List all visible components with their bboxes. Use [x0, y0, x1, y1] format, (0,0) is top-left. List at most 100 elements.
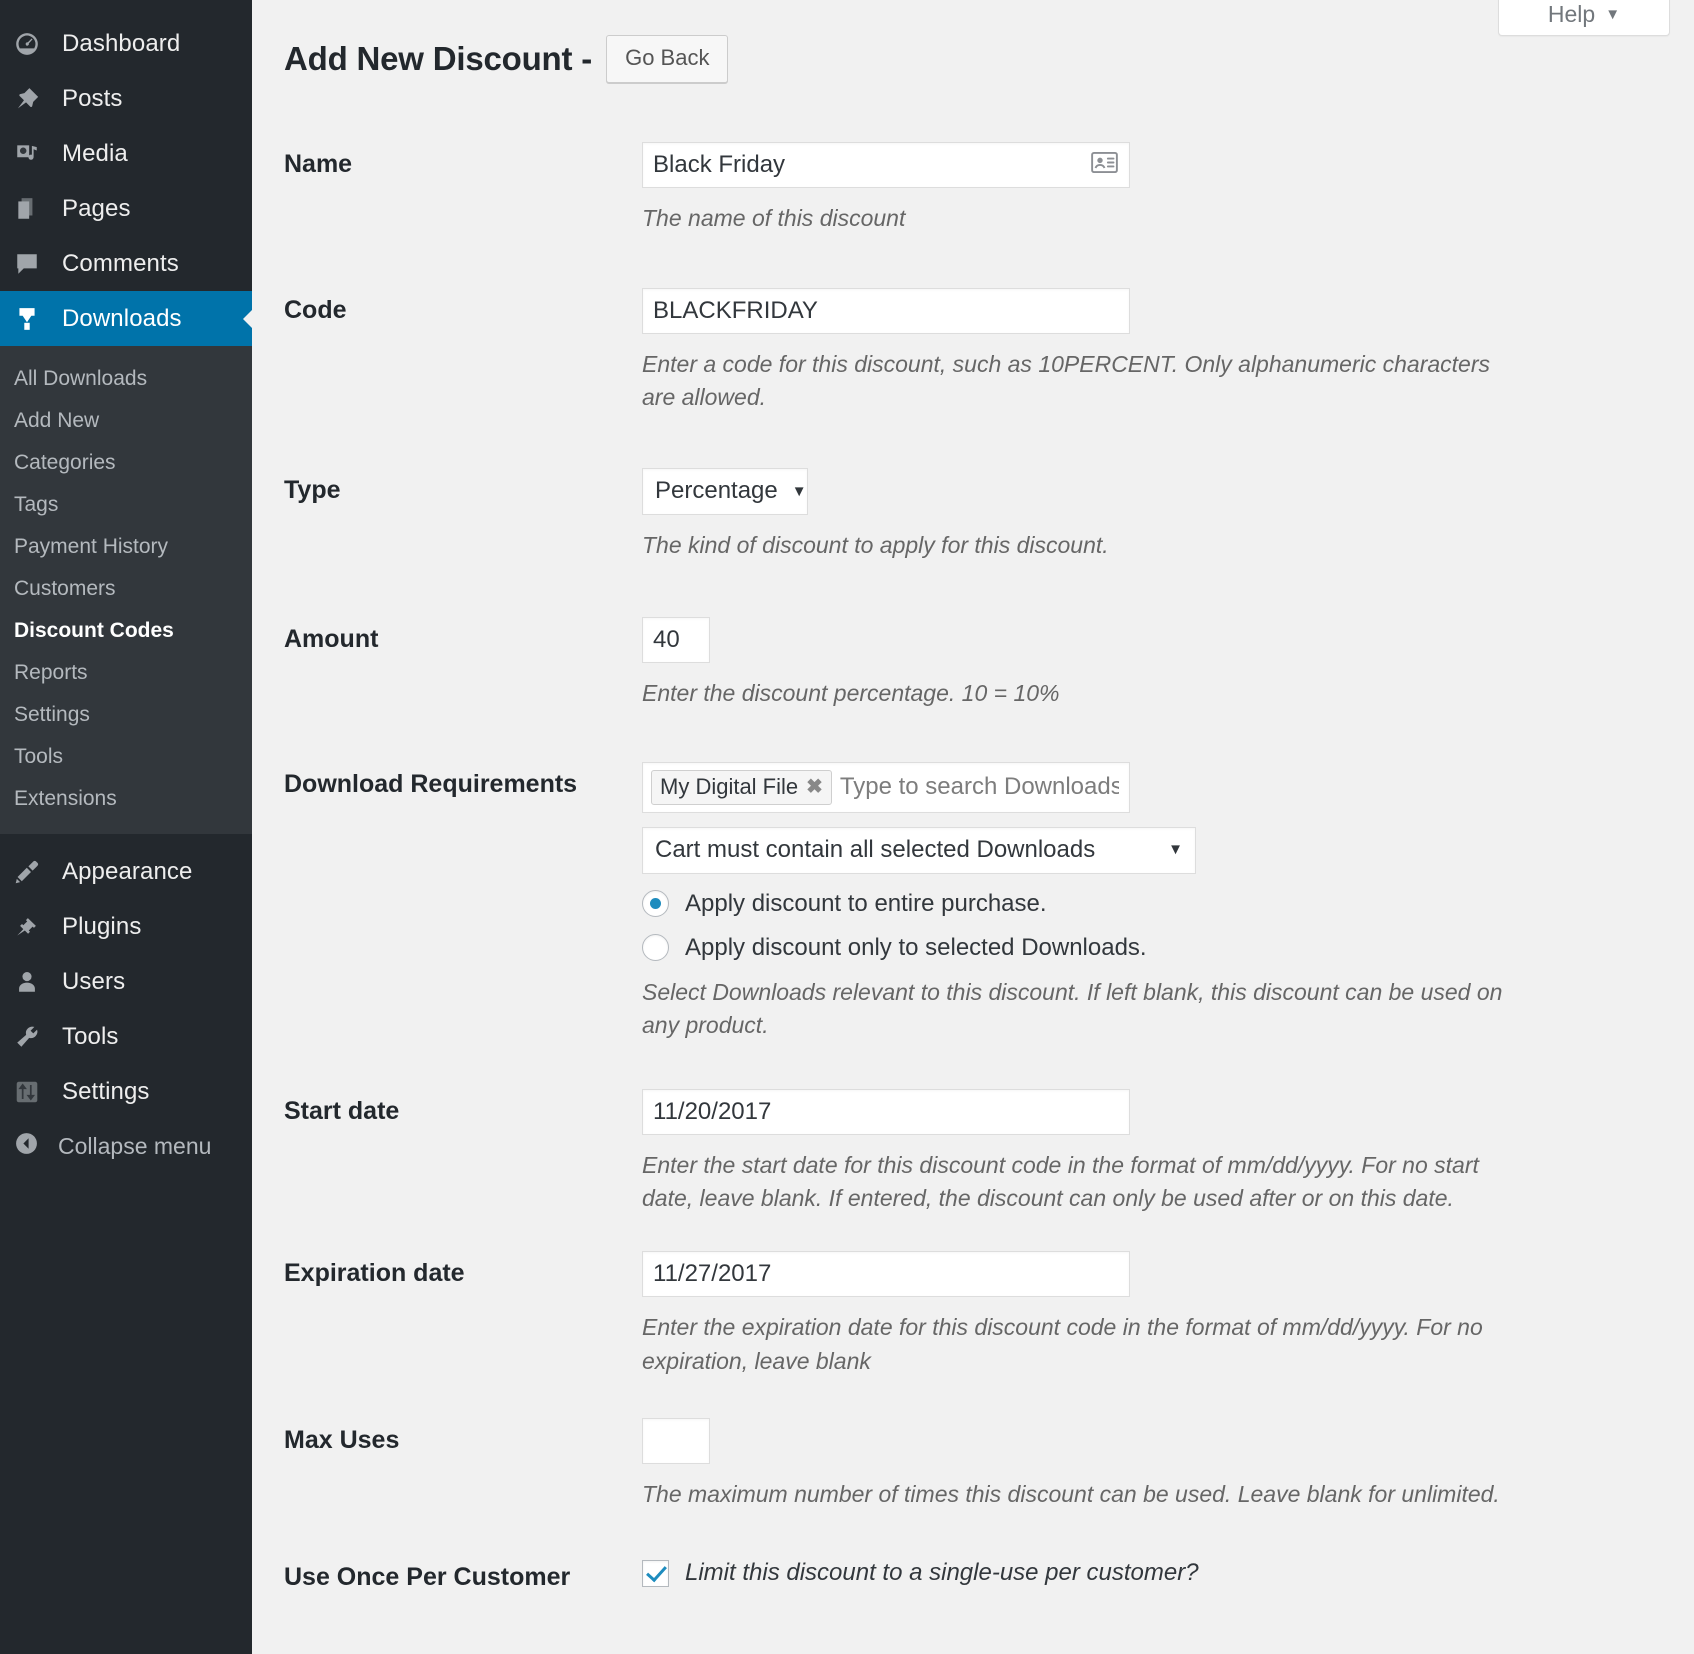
submenu-item-categories[interactable]: Categories — [0, 442, 252, 484]
plug-icon — [14, 914, 58, 940]
chevron-down-icon: ▼ — [1605, 6, 1620, 23]
main-content: Help ▼ Add New Discount - Go Back Name — [252, 0, 1694, 1654]
comments-icon — [14, 251, 58, 277]
use-once-checkbox-label[interactable]: Limit this discount to a single-use per … — [685, 1559, 1199, 1587]
form-row-max-uses: Max Uses The maximum number of times thi… — [252, 1418, 1694, 1511]
name-description: The name of this discount — [642, 202, 1522, 235]
pages-icon — [14, 196, 58, 222]
submenu-item-tags[interactable]: Tags — [0, 484, 252, 526]
code-input[interactable] — [642, 288, 1130, 334]
sidebar-item-label: Comments — [58, 250, 179, 278]
chevron-down-icon: ▼ — [792, 483, 807, 500]
downloads-search-input[interactable] — [838, 772, 1121, 802]
sidebar-item-label: Appearance — [58, 858, 192, 886]
sidebar-item-label: Users — [58, 968, 125, 996]
sidebar-item-posts[interactable]: Posts — [0, 71, 252, 126]
type-select[interactable]: Percentage ▼ — [642, 468, 808, 515]
code-label: Code — [284, 288, 642, 325]
submenu-item-extensions[interactable]: Extensions — [0, 778, 252, 820]
sidebar-primary-menu: Dashboard Posts Media — [0, 0, 252, 1173]
sidebar-item-label: Settings — [58, 1078, 150, 1106]
sidebar-item-plugins[interactable]: Plugins — [0, 899, 252, 954]
download-token: My Digital File ✖ — [651, 770, 832, 805]
sidebar-item-media[interactable]: Media — [0, 126, 252, 181]
pin-icon — [14, 86, 58, 112]
radio-selected-downloads[interactable] — [642, 934, 669, 961]
expiration-date-input[interactable] — [642, 1251, 1130, 1297]
max-uses-input[interactable] — [642, 1418, 710, 1464]
sidebar-item-downloads[interactable]: Downloads — [0, 291, 252, 346]
sidebar-item-comments[interactable]: Comments — [0, 236, 252, 291]
sidebar-item-label: Tools — [58, 1023, 119, 1051]
chevron-down-icon: ▼ — [1168, 841, 1183, 858]
submenu-item-payment-history[interactable]: Payment History — [0, 526, 252, 568]
radio-entire-purchase[interactable] — [642, 890, 669, 917]
expiration-date-description: Enter the expiration date for this disco… — [642, 1311, 1522, 1378]
sidebar-item-dashboard[interactable]: Dashboard — [0, 16, 252, 71]
start-date-label: Start date — [284, 1089, 642, 1126]
form-row-type: Type Percentage ▼ The kind of discount t… — [252, 468, 1694, 562]
help-tab-button[interactable]: Help ▼ — [1498, 0, 1670, 36]
sidebar-item-label: Pages — [58, 195, 131, 223]
radio-selected-downloads-label[interactable]: Apply discount only to selected Download… — [685, 934, 1147, 962]
radio-entire-purchase-label[interactable]: Apply discount to entire purchase. — [685, 890, 1047, 918]
sidebar-item-label: Plugins — [58, 913, 141, 941]
submenu-item-tools[interactable]: Tools — [0, 736, 252, 778]
submenu-item-add-new[interactable]: Add New — [0, 400, 252, 442]
type-label: Type — [284, 468, 642, 505]
use-once-label: Use Once Per Customer — [284, 1555, 642, 1592]
remove-token-icon[interactable]: ✖ — [806, 777, 823, 797]
wrench-icon — [14, 1024, 58, 1050]
collapse-menu-button[interactable]: Collapse menu — [0, 1119, 252, 1173]
start-date-description: Enter the start date for this discount c… — [642, 1149, 1522, 1216]
sidebar-item-appearance[interactable]: Appearance — [0, 844, 252, 899]
form-row-download-requirements: Download Requirements My Digital File ✖ … — [252, 762, 1694, 1043]
submenu-item-reports[interactable]: Reports — [0, 652, 252, 694]
sidebar-divider — [0, 834, 252, 844]
page-header: Add New Discount - Go Back — [252, 0, 1694, 100]
name-label: Name — [284, 142, 642, 179]
form-row-code: Code Enter a code for this discount, suc… — [252, 288, 1694, 415]
download-requirements-description: Select Downloads relevant to this discou… — [642, 976, 1522, 1043]
submenu-item-customers[interactable]: Customers — [0, 568, 252, 610]
go-back-button[interactable]: Go Back — [606, 35, 728, 83]
download-requirements-label: Download Requirements — [284, 762, 642, 799]
sidebar-item-label: Dashboard — [58, 30, 180, 58]
downloads-token-field[interactable]: My Digital File ✖ — [642, 762, 1130, 813]
sidebar-item-settings[interactable]: Settings — [0, 1064, 252, 1119]
use-once-checkbox[interactable] — [642, 1560, 669, 1587]
download-token-label: My Digital File — [660, 774, 798, 800]
paintbrush-icon — [14, 859, 58, 885]
user-icon — [14, 969, 58, 995]
requirement-condition-value: Cart must contain all selected Downloads — [655, 836, 1095, 864]
submenu-item-discount-codes[interactable]: Discount Codes — [0, 610, 252, 652]
page-title: Add New Discount - — [284, 40, 592, 78]
code-description: Enter a code for this discount, such as … — [642, 348, 1522, 415]
form-row-start-date: Start date Enter the start date for this… — [252, 1089, 1694, 1216]
sidebar-item-users[interactable]: Users — [0, 954, 252, 1009]
sidebar-item-tools[interactable]: Tools — [0, 1009, 252, 1064]
sliders-icon — [14, 1079, 58, 1105]
sidebar-item-label: Media — [58, 140, 128, 168]
submenu-item-settings[interactable]: Settings — [0, 694, 252, 736]
form-row-use-once: Use Once Per Customer Limit this discoun… — [252, 1555, 1694, 1592]
collapse-arrow-icon — [14, 1131, 58, 1162]
submenu-item-all-downloads[interactable]: All Downloads — [0, 358, 252, 400]
admin-page: Dashboard Posts Media — [0, 0, 1694, 1654]
radio-selected-downloads-row: Apply discount only to selected Download… — [642, 934, 1664, 962]
dashboard-icon — [14, 31, 58, 57]
media-icon — [14, 141, 58, 167]
sidebar-item-pages[interactable]: Pages — [0, 181, 252, 236]
type-description: The kind of discount to apply for this d… — [642, 529, 1522, 562]
start-date-input[interactable] — [642, 1089, 1130, 1135]
requirement-condition-select[interactable]: Cart must contain all selected Downloads… — [642, 827, 1196, 874]
add-discount-form: Name The name of this — [252, 142, 1694, 1592]
amount-input[interactable] — [642, 617, 710, 663]
name-input[interactable] — [642, 142, 1130, 188]
amount-label: Amount — [284, 617, 642, 654]
downloads-submenu: All Downloads Add New Categories Tags Pa… — [0, 346, 252, 834]
name-input-wrap — [642, 142, 1130, 188]
collapse-menu-label: Collapse menu — [58, 1133, 211, 1160]
sidebar-item-label: Posts — [58, 85, 123, 113]
download-icon — [14, 306, 58, 332]
